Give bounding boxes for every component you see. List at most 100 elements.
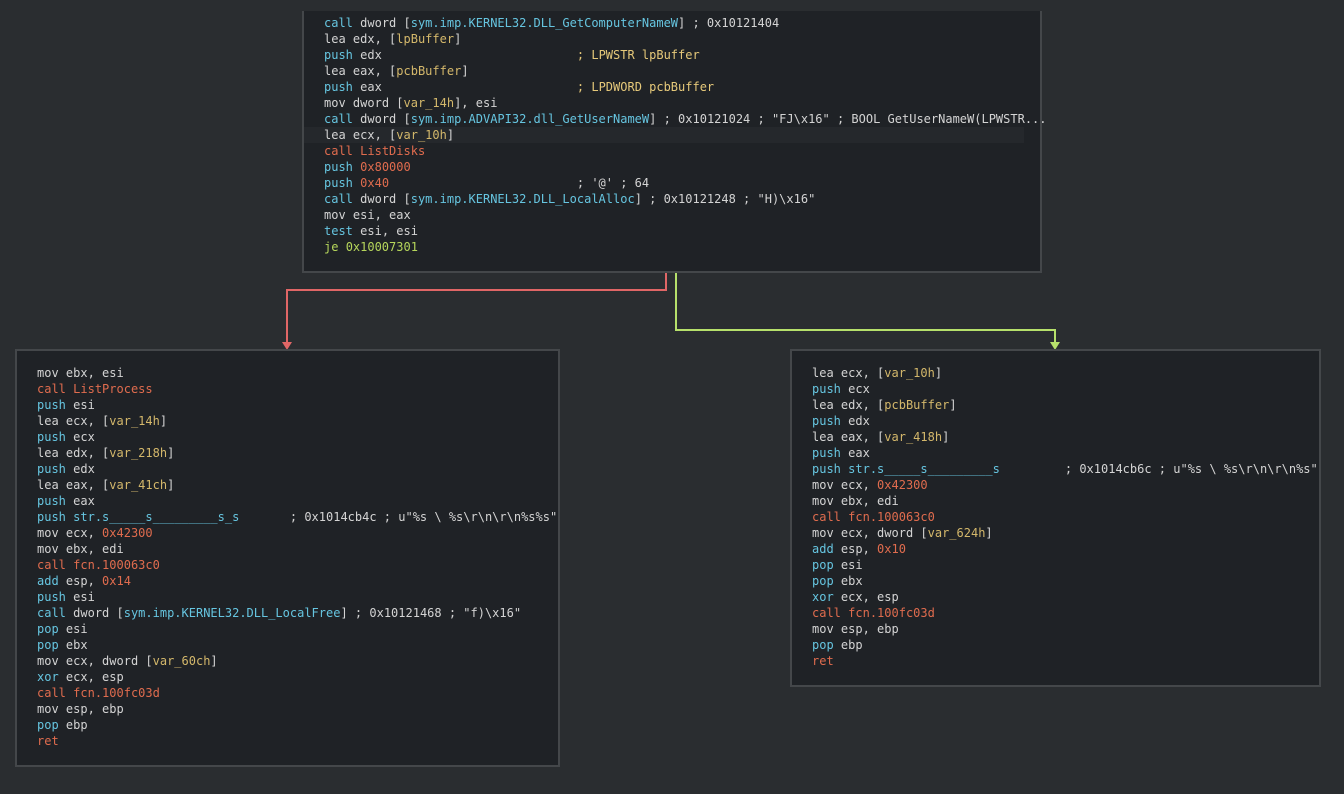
operand-var[interactable]: var_218h — [109, 446, 167, 460]
instruction-line[interactable]: mov ecx, 0x42300 — [792, 477, 1303, 493]
instruction-line[interactable]: call ListProcess — [17, 381, 542, 397]
instruction-line[interactable]: lea edx, [lpBuffer] — [304, 31, 1024, 47]
instruction-line[interactable]: mov ecx, 0x42300 — [17, 525, 542, 541]
instruction-line[interactable]: pop esi — [792, 557, 1303, 573]
instruction-line[interactable]: call fcn.100063c0 — [17, 557, 542, 573]
instruction-line[interactable]: push str.s_____s_________s ; 0x1014cb6c … — [792, 461, 1318, 477]
instruction-line[interactable]: pop ebp — [792, 637, 1303, 653]
operand-fn[interactable]: fcn.100fc03d — [73, 686, 160, 700]
instruction-line[interactable]: push 0x40 ; '@' ; 64 — [304, 175, 1024, 191]
instruction-line[interactable]: push 0x80000 — [304, 159, 1024, 175]
instruction-line[interactable]: ret — [17, 733, 542, 749]
instruction-line[interactable]: call dword [sym.imp.ADVAPI32.dll_GetUser… — [304, 111, 1047, 127]
instruction-line[interactable]: lea eax, [pcbBuffer] — [304, 63, 1024, 79]
instruction-line[interactable]: pop ebx — [17, 637, 542, 653]
instruction-line[interactable]: push ecx — [17, 429, 542, 445]
operand-var[interactable]: var_418h — [884, 430, 942, 444]
operand-op: ecx, esp — [840, 590, 899, 604]
operand-var[interactable]: var_14h — [404, 96, 455, 110]
mnemonic: call — [37, 606, 66, 620]
operand-fn[interactable]: fcn.100063c0 — [848, 510, 935, 524]
mnemonic: mov — [812, 478, 834, 492]
operand-var[interactable]: pcbBuffer — [396, 64, 461, 78]
operand-var[interactable]: lpBuffer — [396, 32, 454, 46]
operand-var[interactable]: var_624h — [928, 526, 986, 540]
instruction-line[interactable]: push esi — [17, 397, 542, 413]
mnemonic: mov — [324, 208, 346, 222]
instruction-line[interactable]: push str.s_____s_________s_s ; 0x1014cb4… — [17, 509, 557, 525]
instruction-line[interactable]: xor ecx, esp — [17, 669, 542, 685]
instruction-line[interactable]: lea ecx, [var_10h] — [792, 365, 1303, 381]
instruction-line[interactable]: mov ecx, dword [var_624h] — [792, 525, 1303, 541]
instruction-line[interactable]: mov ebx, esi — [17, 365, 542, 381]
instruction-line[interactable]: lea edx, [var_218h] — [17, 445, 542, 461]
instruction-line[interactable]: ret — [792, 653, 1303, 669]
instruction-line[interactable]: lea ecx, [var_10h] — [304, 127, 1024, 143]
operand-op: ] — [454, 32, 462, 46]
instruction-line[interactable]: call dword [sym.imp.KERNEL32.DLL_LocalFr… — [17, 605, 542, 621]
instruction-line[interactable]: push eax — [792, 445, 1303, 461]
operand-fn[interactable]: ListDisks — [360, 144, 425, 158]
instruction-line[interactable]: mov esp, ebp — [792, 621, 1303, 637]
operand-fn[interactable]: fcn.100063c0 — [73, 558, 160, 572]
instruction-line[interactable]: add esp, 0x14 — [17, 573, 542, 589]
operand-fn[interactable]: fcn.100fc03d — [848, 606, 935, 620]
instruction-line[interactable]: push edx ; LPWSTR lpBuffer — [304, 47, 1024, 63]
operand-imp[interactable]: sym.imp.KERNEL32.DLL_LocalFree — [124, 606, 341, 620]
instruction-line[interactable]: je 0x10007301 — [304, 239, 1024, 255]
instruction-line[interactable]: lea eax, [var_41ch] — [17, 477, 542, 493]
operand-num: 0x42300 — [102, 526, 153, 540]
instruction-line[interactable]: call fcn.100063c0 — [792, 509, 1303, 525]
mnemonic: call — [37, 686, 66, 700]
instruction-line[interactable]: lea eax, [var_418h] — [792, 429, 1303, 445]
operand-str[interactable]: str.s_____s_________s_s — [73, 510, 239, 524]
operand-addr[interactable]: 0x10007301 — [346, 240, 418, 254]
instruction-line[interactable]: push edx — [17, 461, 542, 477]
instruction-line[interactable]: mov dword [var_14h], esi — [304, 95, 1024, 111]
instruction-line[interactable]: pop ebx — [792, 573, 1303, 589]
instruction-line[interactable]: push edx — [792, 413, 1303, 429]
instruction-line[interactable]: lea edx, [pcbBuffer] — [792, 397, 1303, 413]
operand-var[interactable]: var_60ch — [153, 654, 211, 668]
instruction-line[interactable]: test esi, esi — [304, 223, 1024, 239]
instruction-line[interactable]: add esp, 0x10 — [792, 541, 1303, 557]
mnemonic: push — [324, 48, 353, 62]
instruction-line[interactable]: call ListDisks — [304, 143, 1024, 159]
instruction-line[interactable]: mov esp, ebp — [17, 701, 542, 717]
instruction-line[interactable]: call fcn.100fc03d — [17, 685, 542, 701]
operand-op: esi — [73, 590, 95, 604]
instruction-line[interactable]: push eax — [17, 493, 542, 509]
instruction-line[interactable]: pop esi — [17, 621, 542, 637]
mnemonic: call — [37, 558, 66, 572]
operand-var[interactable]: var_14h — [109, 414, 160, 428]
instruction-line[interactable]: lea ecx, [var_14h] — [17, 413, 542, 429]
instruction-line[interactable]: mov ebx, edi — [17, 541, 542, 557]
instruction-line[interactable]: xor ecx, esp — [792, 589, 1303, 605]
operand-imp[interactable]: sym.imp.ADVAPI32.dll_GetUserNameW — [411, 112, 649, 126]
operand-num: 0x40 — [360, 176, 390, 190]
operand-imp[interactable]: sym.imp.KERNEL32.DLL_GetComputerNameW — [411, 16, 678, 30]
instruction-line[interactable]: push esi — [17, 589, 542, 605]
instruction-line[interactable]: push ecx — [792, 381, 1303, 397]
instruction-line[interactable]: mov ebx, edi — [792, 493, 1303, 509]
operand-var[interactable]: var_10h — [396, 128, 447, 142]
operand-op: eax — [360, 80, 577, 94]
instruction-line[interactable]: push eax ; LPDWORD pcbBuffer — [304, 79, 1024, 95]
operand-var[interactable]: var_10h — [884, 366, 935, 380]
instruction-line[interactable]: mov esi, eax — [304, 207, 1024, 223]
instruction-line[interactable]: call fcn.100fc03d — [792, 605, 1303, 621]
operand-op: edx — [848, 414, 870, 428]
operand-var[interactable]: var_41ch — [109, 478, 167, 492]
instruction-line[interactable]: pop ebp — [17, 717, 542, 733]
basic-block-true-branch[interactable]: lea ecx, [var_10h] push ecx lea edx, [pcbB… — [790, 349, 1321, 687]
operand-var[interactable]: pcbBuffer — [884, 398, 949, 412]
operand-fn[interactable]: ListProcess — [73, 382, 152, 396]
operand-str[interactable]: str.s_____s_________s — [848, 462, 1000, 476]
basic-block-false-branch[interactable]: mov ebx, esi call ListProcess push esi lea … — [15, 349, 560, 767]
instruction-line[interactable]: call dword [sym.imp.KERNEL32.DLL_GetComp… — [304, 15, 1024, 31]
instruction-line[interactable]: call dword [sym.imp.KERNEL32.DLL_LocalAl… — [304, 191, 1024, 207]
instruction-line[interactable]: mov ecx, dword [var_60ch] — [17, 653, 542, 669]
basic-block-entry[interactable]: call dword [sym.imp.KERNEL32.DLL_GetComp… — [302, 11, 1047, 273]
operand-imp[interactable]: sym.imp.KERNEL32.DLL_LocalAlloc — [411, 192, 635, 206]
operand-op: ] — [934, 366, 943, 380]
